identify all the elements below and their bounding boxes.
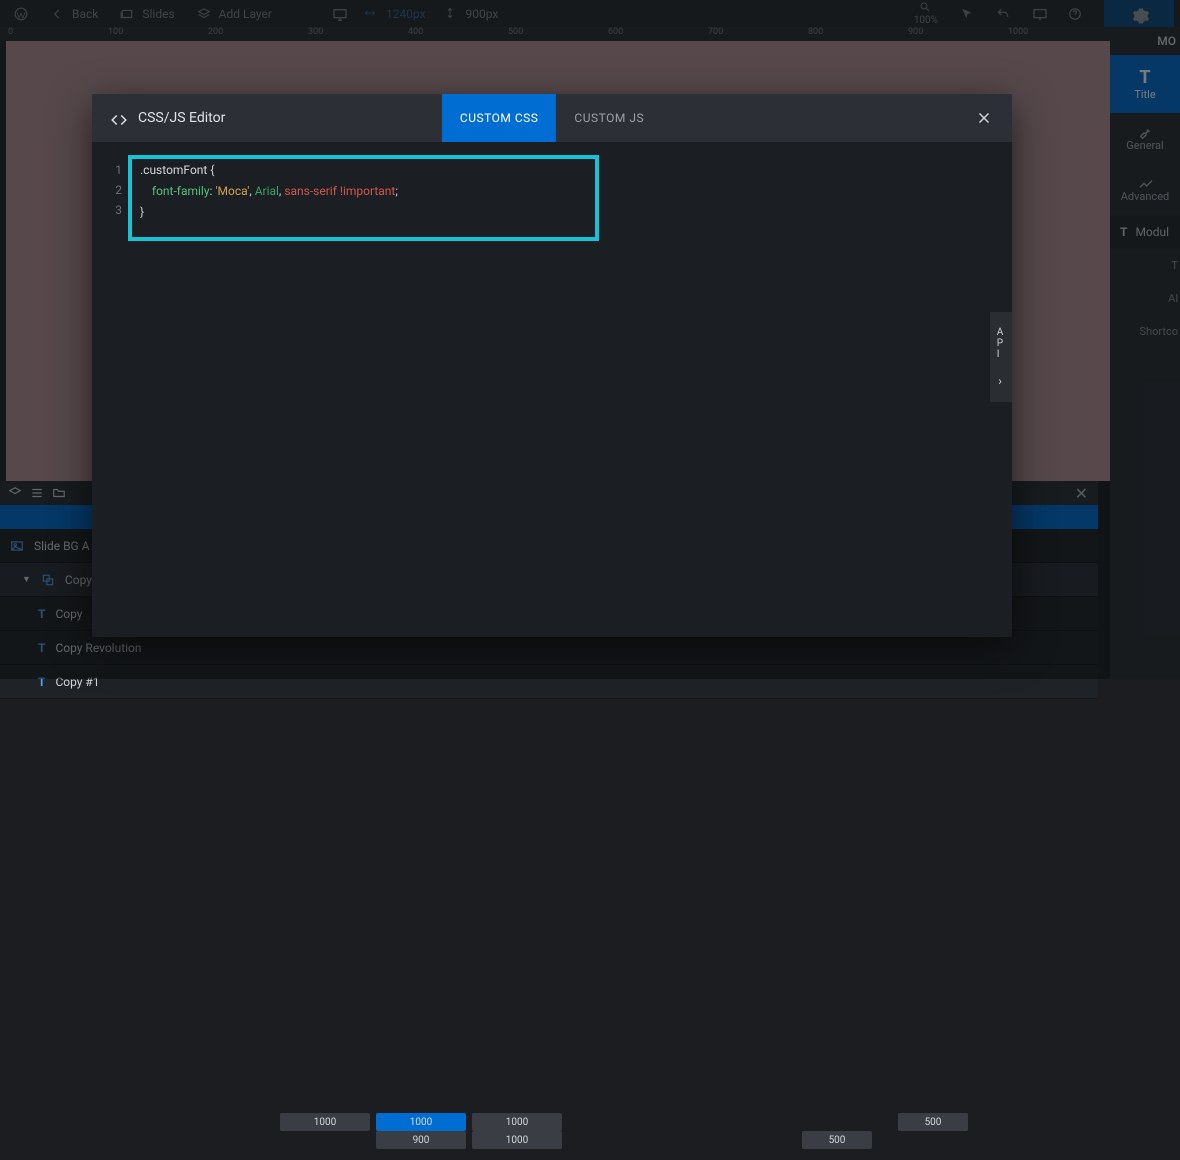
modal-header: CSS/JS Editor CUSTOM CSS CUSTOM JS: [92, 94, 1012, 142]
timeline-chip[interactable]: 500: [898, 1113, 968, 1131]
chevron-right-icon: ›: [998, 374, 1004, 388]
code-content[interactable]: .customFont { font-family: 'Moca', Arial…: [140, 160, 982, 223]
timeline-chip[interactable]: 1000: [280, 1113, 370, 1131]
modal-close-button[interactable]: [964, 94, 1004, 142]
api-label: API: [997, 327, 1006, 360]
tab-custom-js[interactable]: CUSTOM JS: [556, 94, 662, 142]
timeline-chip[interactable]: 1000: [472, 1113, 562, 1131]
timeline-chip[interactable]: 900: [376, 1131, 466, 1149]
line-gutter: 1 2 3: [100, 160, 122, 220]
code-icon: [110, 111, 124, 125]
modal-title: CSS/JS Editor: [138, 110, 225, 126]
timeline-chip[interactable]: 1000: [472, 1131, 562, 1149]
timeline-chip[interactable]: 500: [802, 1131, 872, 1149]
tab-custom-css[interactable]: CUSTOM CSS: [442, 94, 556, 142]
timeline-chip[interactable]: 1000: [376, 1113, 466, 1131]
css-js-editor-modal: CSS/JS Editor CUSTOM CSS CUSTOM JS 1 2 3…: [92, 94, 1012, 637]
code-editor[interactable]: 1 2 3 .customFont { font-family: 'Moca',…: [92, 142, 1012, 637]
timeline[interactable]: 1000 1000 1000 500 900 1000 500: [280, 1113, 1098, 1160]
api-side-tab[interactable]: API ›: [990, 312, 1012, 402]
